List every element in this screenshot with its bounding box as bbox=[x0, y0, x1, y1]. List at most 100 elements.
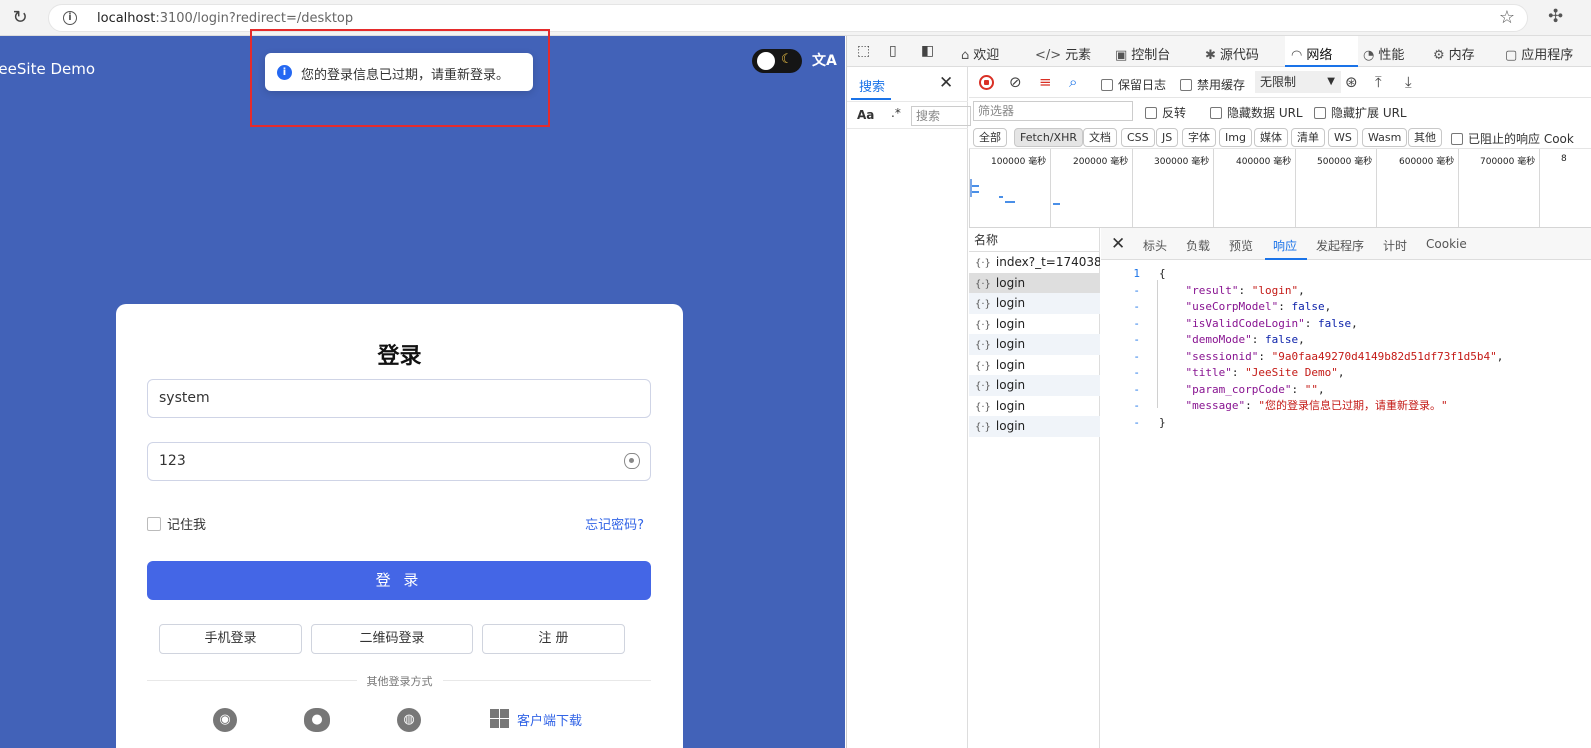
tab-welcome[interactable]: ⌂ 欢迎 bbox=[961, 44, 999, 63]
checkbox-box[interactable] bbox=[147, 517, 161, 531]
qq-icon[interactable]: ◉ bbox=[213, 708, 237, 732]
tab-console[interactable]: ▣ 控制台 bbox=[1115, 44, 1170, 63]
tab-sources[interactable]: ✱ 源代码 bbox=[1205, 44, 1259, 63]
language-switch-icon[interactable]: 文A bbox=[812, 50, 837, 70]
tab-memory[interactable]: ⚙ 内存 bbox=[1433, 44, 1475, 63]
type-chip[interactable]: Fetch/XHR bbox=[1014, 128, 1083, 147]
tab-headers[interactable]: 标头 bbox=[1143, 237, 1167, 254]
response-body[interactable]: 1{ - "result": "login", - "useCorpModel"… bbox=[1101, 266, 1591, 431]
type-chip[interactable]: 全部 bbox=[973, 128, 1007, 147]
request-row[interactable]: {·}index?_t=174038... bbox=[969, 252, 1100, 273]
tab-network[interactable]: ◠ 网络 bbox=[1291, 44, 1332, 63]
request-row[interactable]: {·} login bbox=[969, 334, 1100, 355]
type-chip[interactable]: 字体 bbox=[1182, 128, 1216, 147]
type-chip[interactable]: Wasm bbox=[1362, 128, 1408, 147]
timeline-tick-label: 400000 毫秒 bbox=[1236, 157, 1292, 167]
password-value: 123 bbox=[159, 453, 186, 469]
disable-cache-checkbox[interactable]: 禁用缓存 bbox=[1180, 76, 1245, 93]
regex-button[interactable]: .* bbox=[891, 106, 901, 120]
name-column-header[interactable]: 名称 bbox=[969, 228, 1100, 252]
password-input[interactable]: 123 bbox=[147, 442, 651, 481]
login-button[interactable]: 登 录 bbox=[147, 561, 651, 600]
filter-icon[interactable]: ≡ bbox=[1039, 73, 1052, 91]
tab-elements[interactable]: </> 元素 bbox=[1035, 44, 1091, 63]
search-icon[interactable]: ⌕ bbox=[1069, 73, 1077, 91]
wechat-icon[interactable]: ● bbox=[304, 708, 330, 732]
hide-data-urls-checkbox[interactable]: 隐藏数据 URL bbox=[1210, 104, 1303, 121]
tab-initiator[interactable]: 发起程序 bbox=[1316, 237, 1364, 254]
eye-icon[interactable] bbox=[624, 453, 640, 469]
preserve-log-checkbox[interactable]: 保留日志 bbox=[1101, 76, 1166, 93]
type-chip[interactable]: 清单 bbox=[1291, 128, 1325, 147]
device-toolbar-icon[interactable]: ▯ bbox=[889, 43, 897, 59]
moon-icon: ☾ bbox=[781, 52, 793, 67]
filter-input[interactable]: 筛选器 bbox=[973, 101, 1133, 121]
request-row[interactable]: {·} login bbox=[969, 272, 1100, 293]
xhr-icon: {·} bbox=[975, 401, 991, 413]
qr-login-button[interactable]: 二维码登录 bbox=[311, 624, 473, 654]
type-chip[interactable]: WS bbox=[1328, 128, 1358, 147]
request-row[interactable]: {·} login bbox=[969, 416, 1100, 437]
export-har-icon[interactable]: ⤓ bbox=[1405, 73, 1412, 91]
type-chip[interactable]: 媒体 bbox=[1254, 128, 1288, 147]
app-brand: JeeSite Demo bbox=[0, 60, 96, 78]
username-input[interactable]: system bbox=[147, 379, 651, 418]
devtools-panel: ⬚ ▯ ◧ ⌂ 欢迎 </> 元素 ▣ 控制台 ✱ 源代码 ◠ 网络 ◔ 性能 ⚙ 内存 ▢ 应… bbox=[846, 36, 1591, 748]
request-row[interactable]: {·} login bbox=[969, 293, 1100, 314]
browser-toolbar: ↻ i localhost:3100/login?redirect=/deskt… bbox=[0, 0, 1591, 36]
url-text[interactable]: localhost:3100/login?redirect=/desktop bbox=[97, 11, 353, 26]
forgot-password-link[interactable]: 忘记密码? bbox=[585, 514, 644, 533]
address-bar[interactable]: i localhost:3100/login?redirect=/desktop… bbox=[48, 4, 1528, 32]
throttle-select[interactable]: 无限制 ▼ bbox=[1255, 71, 1341, 93]
tab-application[interactable]: ▢ 应用程序 bbox=[1505, 44, 1573, 63]
type-chip[interactable]: Img bbox=[1219, 128, 1252, 147]
dock-sidebar-icon[interactable]: ◧ bbox=[921, 43, 934, 59]
bookmark-star-icon[interactable]: ☆ bbox=[1499, 7, 1515, 28]
register-button[interactable]: 注 册 bbox=[482, 624, 625, 654]
code-line: - "useCorpModel": false, bbox=[1133, 300, 1332, 313]
import-har-icon[interactable]: ⤒ bbox=[1375, 73, 1382, 91]
client-download-link[interactable]: 客户端下载 bbox=[517, 710, 582, 729]
inspect-element-icon[interactable]: ⬚ bbox=[857, 43, 870, 59]
tab-preview[interactable]: 预览 bbox=[1229, 237, 1253, 254]
request-row[interactable]: {·} login bbox=[969, 375, 1100, 396]
site-info-icon[interactable]: i bbox=[63, 11, 77, 25]
extensions-icon[interactable]: ✣ bbox=[1548, 6, 1563, 27]
tab-payload[interactable]: 负载 bbox=[1186, 237, 1210, 254]
wifi-icon: ◠ bbox=[1291, 48, 1303, 63]
type-chip[interactable]: JS bbox=[1156, 128, 1179, 147]
tab-performance[interactable]: ◔ 性能 bbox=[1363, 44, 1404, 63]
type-chip[interactable]: CSS bbox=[1121, 128, 1155, 147]
search-input[interactable]: 搜索 bbox=[911, 106, 971, 126]
record-stop-icon[interactable] bbox=[979, 75, 994, 90]
windows-icon[interactable] bbox=[490, 709, 510, 729]
home-icon: ⌂ bbox=[961, 48, 970, 63]
request-row[interactable]: {·} login bbox=[969, 314, 1100, 335]
clear-icon[interactable]: ⊘ bbox=[1009, 73, 1022, 91]
request-row[interactable]: {·} login bbox=[969, 355, 1100, 376]
tab-timing[interactable]: 计时 bbox=[1383, 237, 1407, 254]
network-overview-timeline: 100000 毫秒 200000 毫秒 300000 毫秒 400000 毫秒 … bbox=[969, 148, 1591, 228]
match-case-button[interactable]: Aa bbox=[857, 108, 874, 122]
type-chip[interactable]: 文档 bbox=[1083, 128, 1117, 147]
github-icon[interactable]: ◍ bbox=[397, 708, 421, 732]
detail-tab-bar: ✕ 标头 负载 预览 响应 发起程序 计时 Cookie bbox=[1101, 228, 1591, 260]
close-icon[interactable]: ✕ bbox=[1111, 234, 1125, 254]
timeline-bar bbox=[1053, 203, 1060, 205]
dark-mode-toggle[interactable]: ☾ bbox=[752, 49, 802, 73]
timeline-bar bbox=[972, 185, 979, 187]
xhr-icon: {·} bbox=[975, 360, 991, 372]
tab-response[interactable]: 响应 bbox=[1273, 237, 1297, 254]
invert-checkbox[interactable]: 反转 bbox=[1145, 104, 1186, 121]
remember-me-checkbox[interactable]: 记住我 bbox=[147, 514, 206, 533]
search-pane-title[interactable]: 搜索 bbox=[859, 76, 885, 95]
type-chip[interactable]: 其他 bbox=[1408, 128, 1442, 147]
close-icon[interactable]: ✕ bbox=[939, 73, 953, 93]
reload-icon[interactable]: ↻ bbox=[10, 8, 30, 28]
tab-cookies[interactable]: Cookie bbox=[1426, 237, 1467, 251]
network-conditions-icon[interactable]: ⊛ bbox=[1345, 73, 1358, 91]
request-row[interactable]: {·} login bbox=[969, 396, 1100, 417]
hide-extension-urls-checkbox[interactable]: 隐藏扩展 URL bbox=[1314, 104, 1407, 121]
mobile-login-button[interactable]: 手机登录 bbox=[159, 624, 302, 654]
blocked-response-cookies-checkbox[interactable]: 已阻止的响应 Cook bbox=[1451, 130, 1574, 147]
